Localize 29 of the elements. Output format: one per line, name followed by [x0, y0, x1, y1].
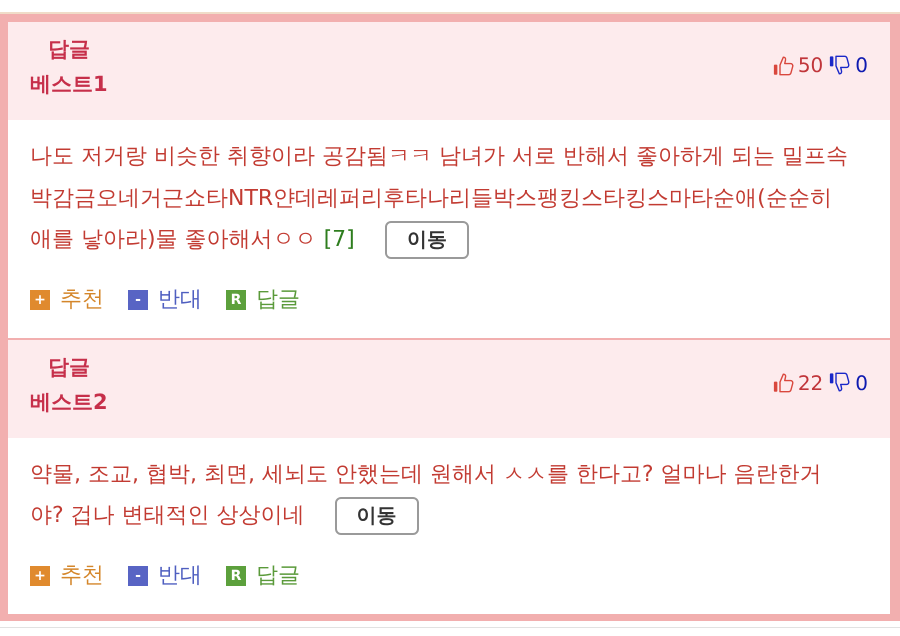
letter-r-icon: R — [226, 290, 246, 310]
recommend-link[interactable]: + 추천 — [30, 288, 104, 312]
best-rank-label: 베스트2 — [30, 388, 108, 416]
reply-label: 답글 — [48, 36, 90, 63]
thumbs-up-icon[interactable] — [772, 372, 794, 393]
oppose-link[interactable]: - 반대 — [128, 288, 202, 312]
like-count: 22 — [798, 370, 824, 394]
thumbs-up-icon[interactable] — [772, 54, 794, 76]
recommend-link[interactable]: + 추천 — [30, 564, 104, 588]
best-rank-label: 베스트1 — [30, 71, 108, 98]
minus-icon: - — [128, 566, 148, 586]
reply-label: 답글 — [48, 354, 90, 380]
letter-r-icon: R — [226, 566, 246, 586]
move-button[interactable]: 이동 — [334, 496, 419, 535]
thumbs-down-icon[interactable] — [829, 372, 850, 393]
oppose-link[interactable]: - 반대 — [128, 564, 202, 588]
comment-text: 약물, 조교, 협박, 최면, 세뇌도 안했는데 원해서 ㅅㅅ를 한다고? 얼마나 음란한거야? 겁나 변태적인 상상이네 이동 — [30, 454, 852, 536]
thumbs-down-icon[interactable] — [829, 54, 850, 76]
plus-icon: + — [30, 290, 50, 310]
move-button[interactable]: 이동 — [384, 220, 469, 259]
like-count: 50 — [798, 53, 824, 77]
reply-link[interactable]: R 답글 — [226, 288, 300, 312]
minus-icon: - — [128, 290, 148, 310]
comment-text: 나도 저거랑 비슷한 취향이라 공감됨ㅋㅋ 남녀가 서로 반해서 좋아하게 되는 밀프속박감금오네거근쇼타NTR얀데레퍼리후타나리들박스팽킹스타킹스마타순애(순순히 애를 낳아라)물 좋아해서ㅇㅇ [7] 이동 — [30, 136, 852, 260]
dislike-count: 0 — [855, 53, 868, 77]
plus-icon: + — [30, 566, 50, 586]
reference-link[interactable]: [7] — [324, 227, 355, 252]
reply-link[interactable]: R 답글 — [226, 564, 300, 588]
dislike-count: 0 — [855, 370, 868, 394]
